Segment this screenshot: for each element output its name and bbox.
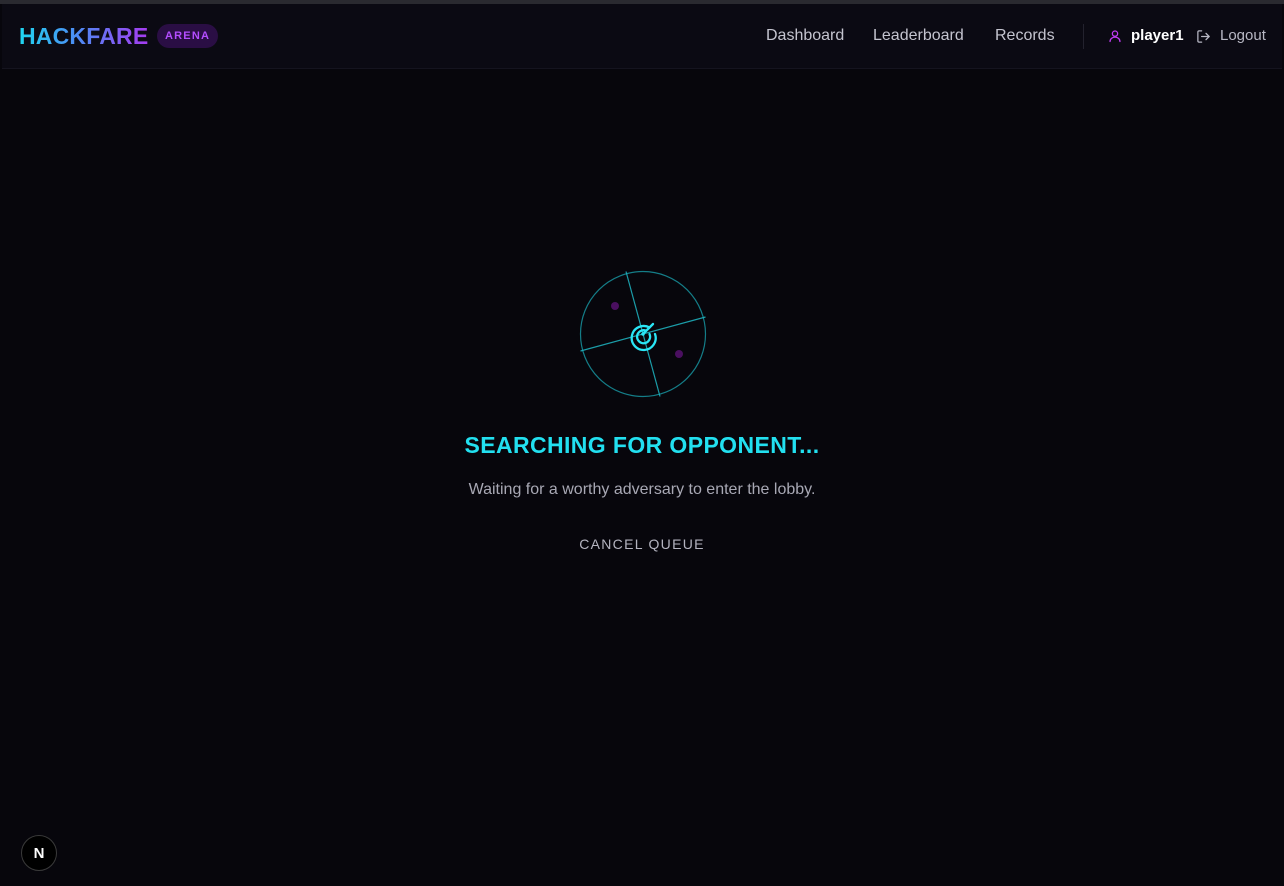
app-header: HACKFARE ARENA Dashboard Leaderboard Rec…	[2, 4, 1282, 69]
searching-title: SEARCHING FOR OPPONENT...	[464, 432, 820, 458]
cancel-queue-button[interactable]: CANCEL QUEUE	[572, 532, 712, 556]
logout-icon	[1197, 29, 1210, 43]
radar-icon	[579, 270, 707, 398]
radar-blip	[675, 350, 683, 358]
radar-blip	[611, 302, 619, 310]
header-divider	[1083, 24, 1084, 49]
arena-badge: ARENA	[157, 24, 219, 48]
app-logo[interactable]: HACKFARE	[19, 22, 148, 50]
user-icon	[1109, 30, 1121, 43]
dev-tools-badge[interactable]: N	[21, 835, 57, 871]
logout-label: Logout	[1220, 27, 1266, 44]
nav-leaderboard[interactable]: Leaderboard	[873, 26, 964, 46]
nav-dashboard[interactable]: Dashboard	[766, 26, 844, 46]
dev-tools-label: N	[33, 844, 45, 862]
nav-records[interactable]: Records	[995, 26, 1055, 46]
user-profile[interactable]: player1	[1108, 26, 1184, 46]
username: player1	[1131, 27, 1184, 44]
searching-subtitle: Waiting for a worthy adversary to enter …	[468, 481, 816, 498]
logout-button[interactable]: Logout	[1196, 26, 1266, 46]
